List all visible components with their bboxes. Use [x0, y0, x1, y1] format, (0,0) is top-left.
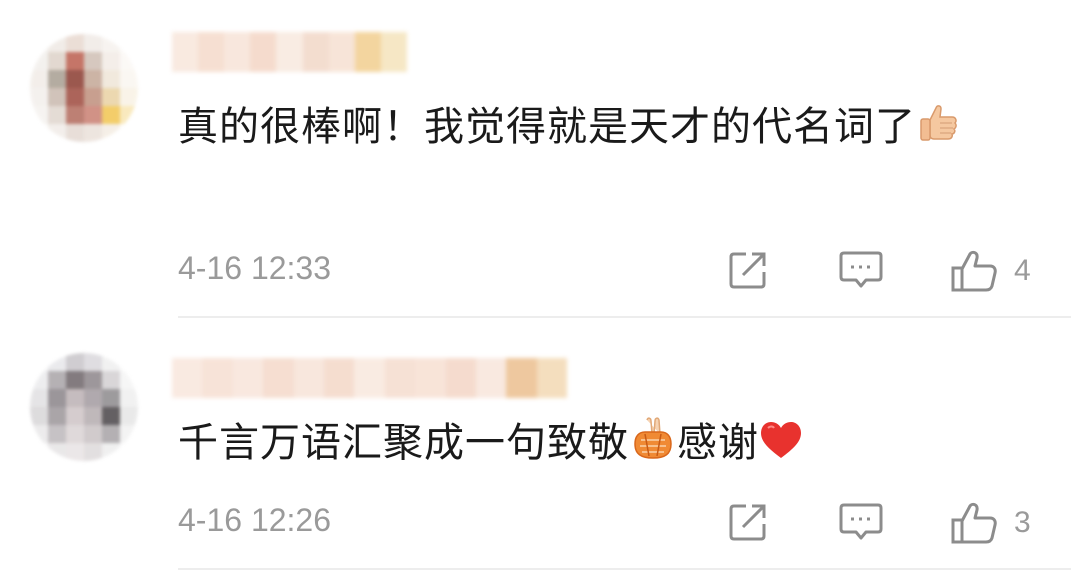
comment-time: 4-16 12:26	[178, 502, 332, 538]
share-icon	[729, 252, 766, 289]
reply-button[interactable]	[838, 248, 884, 292]
comment-meta: 4-16 12:26 3	[178, 496, 1043, 546]
divider	[178, 568, 1071, 570]
share-icon	[729, 504, 766, 541]
comment-item: 真的很棒啊！我觉得就是天才的代名词了 4-16 12:33 4	[0, 0, 1071, 318]
comment-time: 4-16 12:33	[178, 250, 332, 286]
thumbs-up-icon	[920, 105, 957, 141]
comment-text-content: 真的很棒啊！我觉得就是天才的代名词了	[178, 104, 916, 150]
username-blurred[interactable]	[172, 32, 407, 72]
like-button[interactable]: 3	[950, 500, 1031, 546]
like-count: 4	[1014, 254, 1031, 287]
red-heart-icon	[761, 422, 801, 458]
comment-icon	[839, 251, 883, 288]
share-button[interactable]	[726, 500, 770, 544]
folded-hands-icon	[634, 417, 672, 459]
like-count: 3	[1014, 506, 1031, 539]
like-icon	[951, 250, 997, 292]
avatar[interactable]	[30, 353, 138, 461]
comment-meta: 4-16 12:33 4	[178, 244, 1043, 294]
reply-button[interactable]	[838, 500, 884, 544]
comment-item: 千言万语汇聚成一句致敬 感谢 4-16 12:26 3	[0, 318, 1071, 571]
comment-text: 真的很棒啊！我觉得就是天才的代名词了	[178, 94, 1018, 160]
username-blurred[interactable]	[172, 358, 568, 398]
comment-text-content: 千言万语汇聚成一句致敬	[178, 420, 629, 466]
avatar[interactable]	[30, 34, 138, 142]
like-button[interactable]: 4	[950, 248, 1031, 294]
share-button[interactable]	[726, 248, 770, 292]
comment-text-thanks: 感谢	[677, 420, 759, 466]
like-icon	[951, 502, 997, 544]
comment-icon	[839, 503, 883, 540]
comment-text: 千言万语汇聚成一句致敬 感谢	[178, 410, 1018, 476]
